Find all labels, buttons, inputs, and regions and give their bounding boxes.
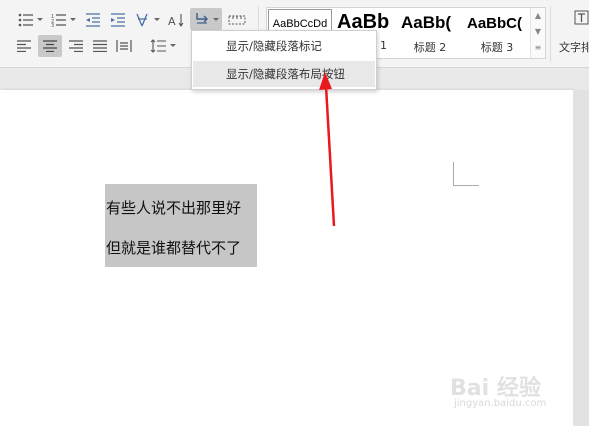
watermark-url: jingyan.baidu.com xyxy=(454,398,547,409)
annotation-arrow xyxy=(319,72,336,227)
